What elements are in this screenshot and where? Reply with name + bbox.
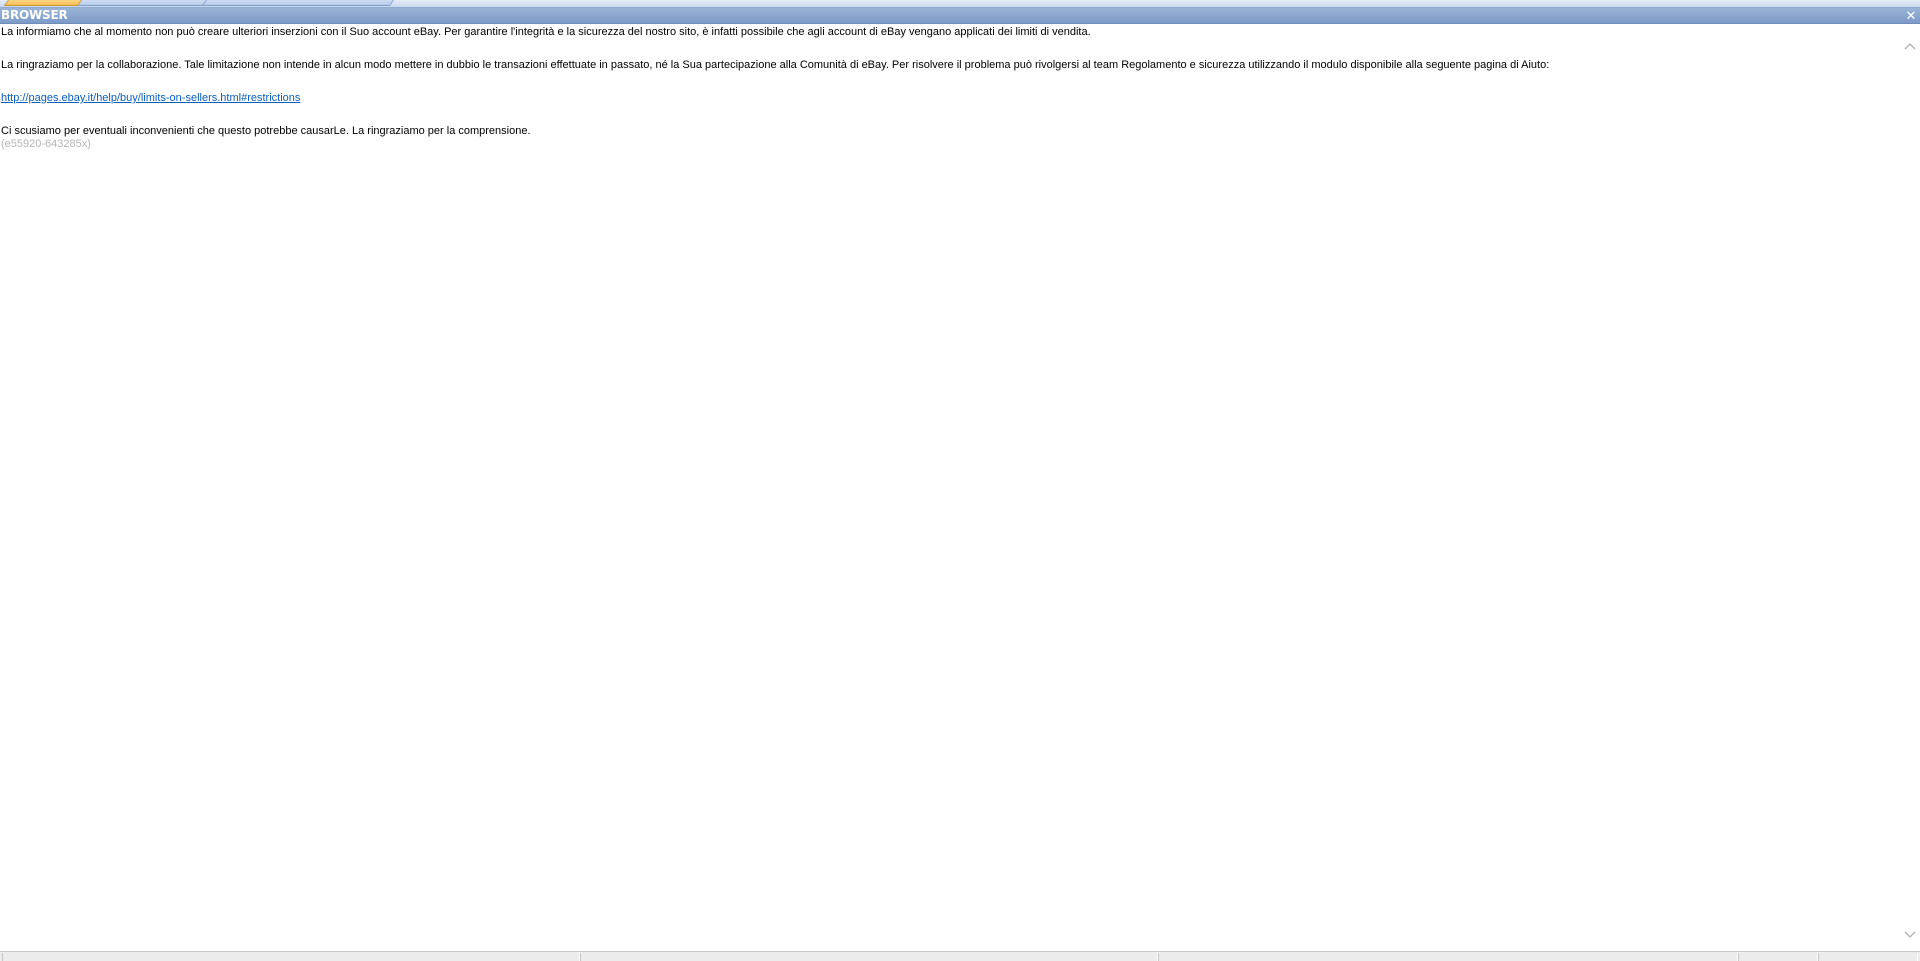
status-segment-5 — [1818, 953, 1918, 961]
tab-3[interactable] — [201, 0, 399, 6]
reference-code: (e55920-643285x) — [1, 138, 91, 150]
status-segment-2 — [580, 953, 1158, 961]
message-paragraph-2: La ringraziamo per la collaborazione. Ta… — [1, 59, 1550, 71]
tab-2[interactable] — [73, 0, 215, 6]
status-segment-3 — [1158, 953, 1738, 961]
close-icon: ✕ — [1905, 8, 1917, 23]
message-paragraph-1: La informiamo che al momento non può cre… — [1, 26, 1091, 38]
scroll-down-button[interactable] — [1904, 928, 1916, 940]
status-bar — [0, 951, 1920, 961]
status-segment-1 — [2, 953, 580, 961]
message-paragraph-3: Ci scusiamo per eventuali inconvenienti … — [1, 125, 531, 137]
panel-title: BROWSER — [1, 8, 68, 22]
tab-strip — [0, 0, 1920, 8]
vertical-scrollbar[interactable] — [1900, 25, 1920, 951]
chevron-up-icon — [1904, 43, 1916, 50]
status-segment-4 — [1738, 953, 1818, 961]
browser-content: La informiamo che al momento non può cre… — [0, 25, 1900, 951]
app-window: BROWSER ✕ La informiamo che al momento n… — [0, 0, 1920, 961]
scroll-up-button[interactable] — [1904, 41, 1916, 53]
panel-titlebar: BROWSER ✕ — [0, 8, 1920, 24]
tab-active[interactable] — [3, 0, 87, 6]
close-button[interactable]: ✕ — [1904, 9, 1918, 22]
chevron-down-icon — [1904, 931, 1916, 938]
help-link[interactable]: http://pages.ebay.it/help/buy/limits-on-… — [1, 92, 300, 104]
